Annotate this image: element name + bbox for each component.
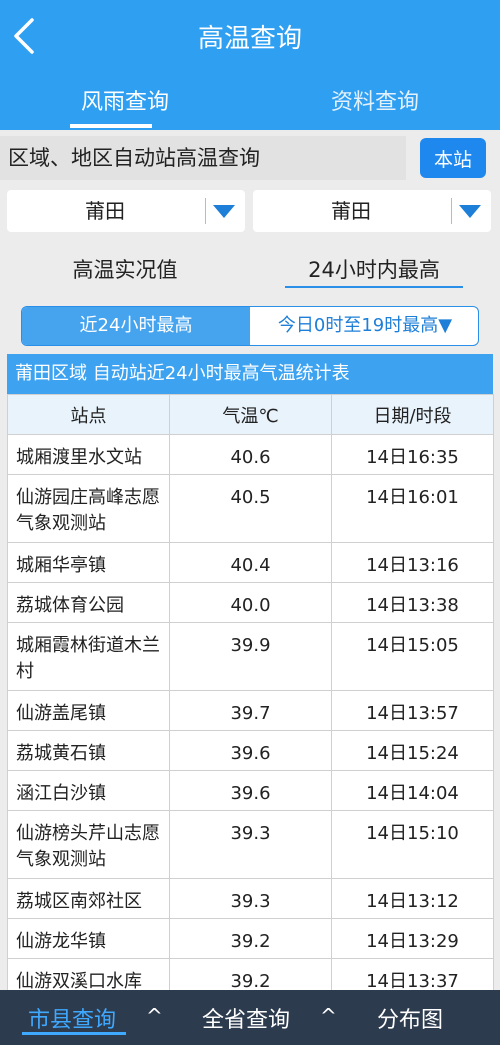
area-select-value: 莆田 [331,199,371,223]
cell-temperature: 40.6 [169,434,332,475]
mode-row: 高温实况值 24小时内最高 [0,248,500,292]
temperature-table: 站点 气温℃ 日期/时段 城厢渡里水文站 40.6 14日16:35 仙游园庄高峰志愿… [7,394,494,999]
cell-datetime: 14日13:38 [331,582,494,623]
cell-temperature: 39.9 [169,622,332,691]
table-row: 涵江白沙镇 39.6 14日14:04 [7,770,494,811]
mode-24h-max[interactable]: 24小时内最高 [285,254,463,284]
query-row: 区域、地区自动站高温查询 本站 [0,130,500,186]
table-row: 仙游园庄高峰志愿气象观测站 40.5 14日16:01 [7,474,494,543]
cell-temperature: 40.5 [169,474,332,543]
table-caption: 莆田区域 自动站近24小时最高气温统计表 [7,354,493,394]
area-select[interactable]: 莆田 [253,190,491,232]
region-select[interactable]: 莆田 [7,190,245,232]
triangle-down-icon [213,205,235,218]
cell-station: 仙游榜头芹山志愿气象观测站 [7,810,170,879]
header-datetime: 日期/时段 [331,394,494,435]
cell-datetime: 14日16:35 [331,434,494,475]
chevron-up-icon[interactable]: ^ [146,1004,163,1028]
table-header-row: 站点 气温℃ 日期/时段 [7,394,494,435]
table-row: 仙游龙华镇 39.2 14日13:29 [7,918,494,959]
table-row: 荔城黄石镇 39.6 14日15:24 [7,730,494,771]
segment-last-24h[interactable]: 近24小时最高 [22,307,250,345]
nav-city-county-query[interactable]: 市县查询 [28,1002,116,1034]
tab-active-indicator [70,124,152,128]
cell-datetime: 14日15:24 [331,730,494,771]
table-row: 荔城区南郊社区 39.3 14日13:12 [7,878,494,919]
cell-datetime: 14日13:16 [331,542,494,583]
period-segmented-control: 近24小时最高 今日0时至19时最高▼ [21,306,479,346]
cell-station: 城厢霞林街道木兰村 [7,622,170,691]
cell-datetime: 14日15:10 [331,810,494,879]
cell-station: 荔城体育公园 [7,582,170,623]
region-select-value: 莆田 [85,199,125,223]
cell-temperature: 39.6 [169,730,332,771]
cell-station: 城厢华亭镇 [7,542,170,583]
nav-province-query[interactable]: 全省查询 [202,1002,290,1034]
cell-station: 仙游盖尾镇 [7,690,170,731]
cell-station: 涵江白沙镇 [7,770,170,811]
table-row: 仙游盖尾镇 39.7 14日13:57 [7,690,494,731]
cell-datetime: 14日13:29 [331,918,494,959]
nav-active-indicator [22,1032,126,1035]
cell-temperature: 40.4 [169,542,332,583]
cell-station: 仙游龙华镇 [7,918,170,959]
query-label: 区域、地区自动站高温查询 [0,136,406,180]
table-row: 荔城体育公园 40.0 14日13:38 [7,582,494,623]
header-temperature: 气温℃ [169,394,332,435]
triangle-down-icon [459,205,481,218]
cell-datetime: 14日14:04 [331,770,494,811]
table-row: 仙游榜头芹山志愿气象观测站 39.3 14日15:10 [7,810,494,879]
table-row: 城厢霞林街道木兰村 39.9 14日15:05 [7,622,494,691]
top-tabs: 风雨查询 资料查询 [0,78,500,130]
cell-station: 仙游园庄高峰志愿气象观测站 [7,474,170,543]
local-station-button[interactable]: 本站 [420,138,486,178]
table-row: 城厢华亭镇 40.4 14日13:16 [7,542,494,583]
cell-temperature: 39.3 [169,878,332,919]
cell-datetime: 14日16:01 [331,474,494,543]
cell-datetime: 14日15:05 [331,622,494,691]
cell-datetime: 14日13:12 [331,878,494,919]
tab-data-query[interactable]: 资料查询 [320,84,430,116]
bottom-nav: 市县查询 ^ 全省查询 ^ 分布图 [0,990,500,1045]
cell-station: 荔城黄石镇 [7,730,170,771]
header-station: 站点 [7,394,170,435]
mode-active-indicator [285,286,463,288]
mode-realtime[interactable]: 高温实况值 [40,254,210,284]
tab-rain-wind-query[interactable]: 风雨查询 [70,84,180,116]
select-divider [205,198,206,224]
cell-temperature: 39.2 [169,918,332,959]
cell-datetime: 14日13:57 [331,690,494,731]
segment-today-0-19[interactable]: 今日0时至19时最高▼ [250,307,478,345]
select-divider [451,198,452,224]
cell-station: 荔城区南郊社区 [7,878,170,919]
nav-distribution-map[interactable]: 分布图 [377,1002,443,1034]
chevron-up-icon[interactable]: ^ [320,1004,337,1028]
app-header: 高温查询 风雨查询 资料查询 [0,0,500,130]
cell-station: 城厢渡里水文站 [7,434,170,475]
table-row: 城厢渡里水文站 40.6 14日16:35 [7,434,494,475]
cell-temperature: 40.0 [169,582,332,623]
cell-temperature: 39.7 [169,690,332,731]
cell-temperature: 39.6 [169,770,332,811]
cell-temperature: 39.3 [169,810,332,879]
page-title: 高温查询 [197,24,302,54]
